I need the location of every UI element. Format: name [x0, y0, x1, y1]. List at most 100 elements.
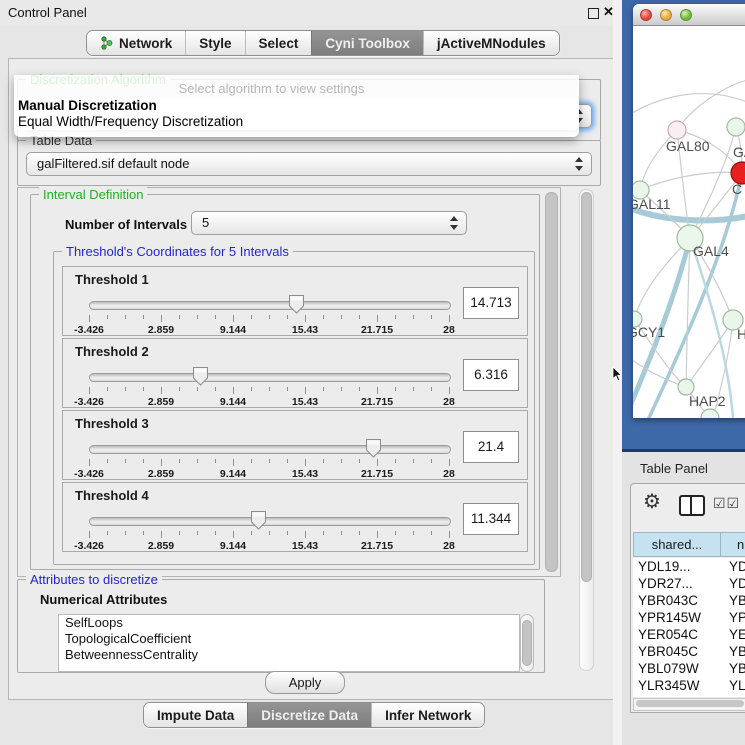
network-edge[interactable] [686, 320, 733, 387]
tick-mark [377, 387, 378, 394]
minimize-traffic-light[interactable] [660, 9, 672, 21]
network-node[interactable] [727, 118, 745, 136]
table-row[interactable]: YDL19...YDL1 [633, 558, 745, 575]
tick-mark [197, 459, 198, 463]
tick-mark [107, 315, 108, 319]
network-node[interactable] [668, 121, 686, 139]
slider-ticks [89, 531, 449, 539]
network-canvas[interactable]: GAL80GACGAL11GAL4GCY1HHAP2 [633, 26, 745, 418]
tick-mark [125, 387, 126, 391]
horizontal-scrollbar-thumb[interactable] [636, 700, 744, 707]
tick-mark [287, 531, 288, 535]
table-row[interactable]: YPR145WYPR1 [633, 609, 745, 626]
slider-thumb-icon[interactable] [251, 511, 266, 530]
outer-scrollbar-thumb[interactable] [581, 192, 592, 582]
tab-network[interactable]: Network [87, 31, 185, 55]
tick-mark [89, 315, 90, 322]
network-edge[interactable] [633, 94, 745, 116]
control-panel-titlebar: Control Panel ✕ [0, 0, 618, 26]
combo-arrows-icon [450, 216, 458, 230]
column-header-name[interactable]: n [721, 532, 745, 557]
table-row[interactable]: YLR345WYLR3 [633, 677, 745, 694]
slider-ticks [89, 459, 449, 467]
table-body: YDL19...YDL1YDR27...YDR2YBR043CYBR0YPR14… [633, 558, 745, 697]
threshold-value-field[interactable]: 14.713 [463, 287, 519, 319]
tick-mark [413, 459, 414, 463]
threshold-slider[interactable]: -3.4262.8599.14415.4321.71528 [89, 293, 457, 333]
group-title-interval-definition: Interval Definition [39, 187, 147, 202]
tab-jactivemnodules[interactable]: jActiveMNodules [423, 31, 559, 55]
tab-impute-data[interactable]: Impute Data [144, 703, 247, 727]
threshold-slider[interactable]: -3.4262.8599.14415.4321.71528 [89, 437, 457, 477]
threshold-value-field[interactable]: 6.316 [463, 359, 519, 391]
tab-cyni-toolbox[interactable]: Cyni Toolbox [311, 31, 423, 55]
top-tab-bar: Network Style Select Cyni Toolbox jActiv… [86, 30, 560, 56]
slider-tick-labels: -3.4262.8599.14415.4321.71528 [89, 324, 449, 336]
tick-mark [305, 315, 306, 322]
attribute-list-item[interactable]: BetweennessCentrality [59, 647, 519, 663]
slider-tick-labels: -3.4262.8599.14415.4321.71528 [89, 468, 449, 480]
slider-track[interactable] [89, 517, 451, 526]
network-window-titlebar[interactable] [633, 4, 745, 26]
table-panel: ⚙ ☑☑ shared... n YDL19...YDL1YDR27...YDR… [630, 483, 745, 713]
tab-style[interactable]: Style [185, 31, 244, 55]
float-window-icon[interactable] [588, 8, 599, 19]
slider-track[interactable] [89, 373, 451, 382]
group-title-attributes: Attributes to discretize [26, 572, 162, 587]
attributes-scrollbar-track[interactable] [520, 614, 534, 672]
table-row[interactable]: YER054CYER0 [633, 626, 745, 643]
slider-track[interactable] [89, 445, 451, 454]
table-row[interactable]: YIL052CYIL0 [633, 694, 745, 697]
table-row[interactable]: YBL079WYBL0 [633, 660, 745, 677]
network-node-label: GAL4 [693, 243, 729, 259]
tick-mark [269, 315, 270, 319]
zoom-traffic-light[interactable] [680, 9, 692, 21]
tick-mark [359, 315, 360, 319]
table-row[interactable]: YBR045CYBR0 [633, 643, 745, 660]
interval-definition-group: Interval Definition Number of Intervals … [30, 194, 540, 570]
popup-item-manual-discretization[interactable]: Manual Discretization [14, 98, 579, 114]
tick-mark [179, 387, 180, 391]
column-header-shared-name[interactable]: shared... [633, 532, 721, 557]
table-data-combobox[interactable]: galFiltered.sif default node [26, 152, 592, 176]
tick-mark [395, 531, 396, 535]
table-row[interactable]: YDR27...YDR2 [633, 575, 745, 592]
checkbox-icons[interactable]: ☑☑ [713, 495, 740, 512]
slider-thumb-icon[interactable] [193, 367, 208, 386]
column-view-icon[interactable] [679, 495, 705, 516]
apply-button[interactable]: Apply [265, 671, 345, 694]
slider-thumb-icon[interactable] [289, 295, 304, 314]
inner-scrollbar-thumb[interactable] [545, 192, 558, 572]
threshold-slider[interactable]: -3.4262.8599.14415.4321.71528 [89, 365, 457, 405]
number-of-intervals-combobox[interactable]: 5 [191, 211, 467, 235]
network-edge[interactable] [634, 238, 690, 319]
tick-mark [215, 531, 216, 535]
numerical-attributes-list[interactable]: SelfLoopsTopologicalCoefficientBetweenne… [58, 614, 520, 672]
table-row[interactable]: YBR043CYBR0 [633, 592, 745, 609]
tick-mark [413, 315, 414, 319]
network-edge[interactable] [686, 238, 690, 387]
horizontal-scrollbar-track[interactable] [633, 698, 745, 711]
tab-discretize-data[interactable]: Discretize Data [247, 703, 371, 727]
outer-scrollbar-track[interactable] [579, 189, 594, 671]
threshold-value-field[interactable]: 21.4 [463, 431, 519, 463]
network-edge[interactable] [640, 172, 742, 190]
attribute-list-item[interactable]: SelfLoops [59, 615, 519, 631]
attribute-list-item[interactable]: TopologicalCoefficient [59, 631, 519, 647]
tab-select[interactable]: Select [245, 31, 312, 55]
threshold-value-field[interactable]: 11.344 [463, 503, 519, 535]
slider-track[interactable] [89, 301, 451, 310]
tick-label: 15.43 [292, 468, 318, 480]
tick-mark [125, 315, 126, 319]
tick-mark [341, 459, 342, 463]
threshold-slider[interactable]: -3.4262.8599.14415.4321.71528 [89, 509, 457, 549]
attributes-scrollbar-thumb[interactable] [522, 620, 532, 666]
tab-infer-network[interactable]: Infer Network [371, 703, 484, 727]
gear-icon[interactable]: ⚙ [643, 492, 661, 512]
tick-mark [143, 531, 144, 535]
tick-mark [449, 315, 450, 322]
close-traffic-light[interactable] [640, 9, 652, 21]
slider-thumb-icon[interactable] [366, 439, 381, 458]
network-icon [100, 36, 113, 50]
popup-item-equal-width-frequency[interactable]: Equal Width/Frequency Discretization [14, 114, 579, 130]
